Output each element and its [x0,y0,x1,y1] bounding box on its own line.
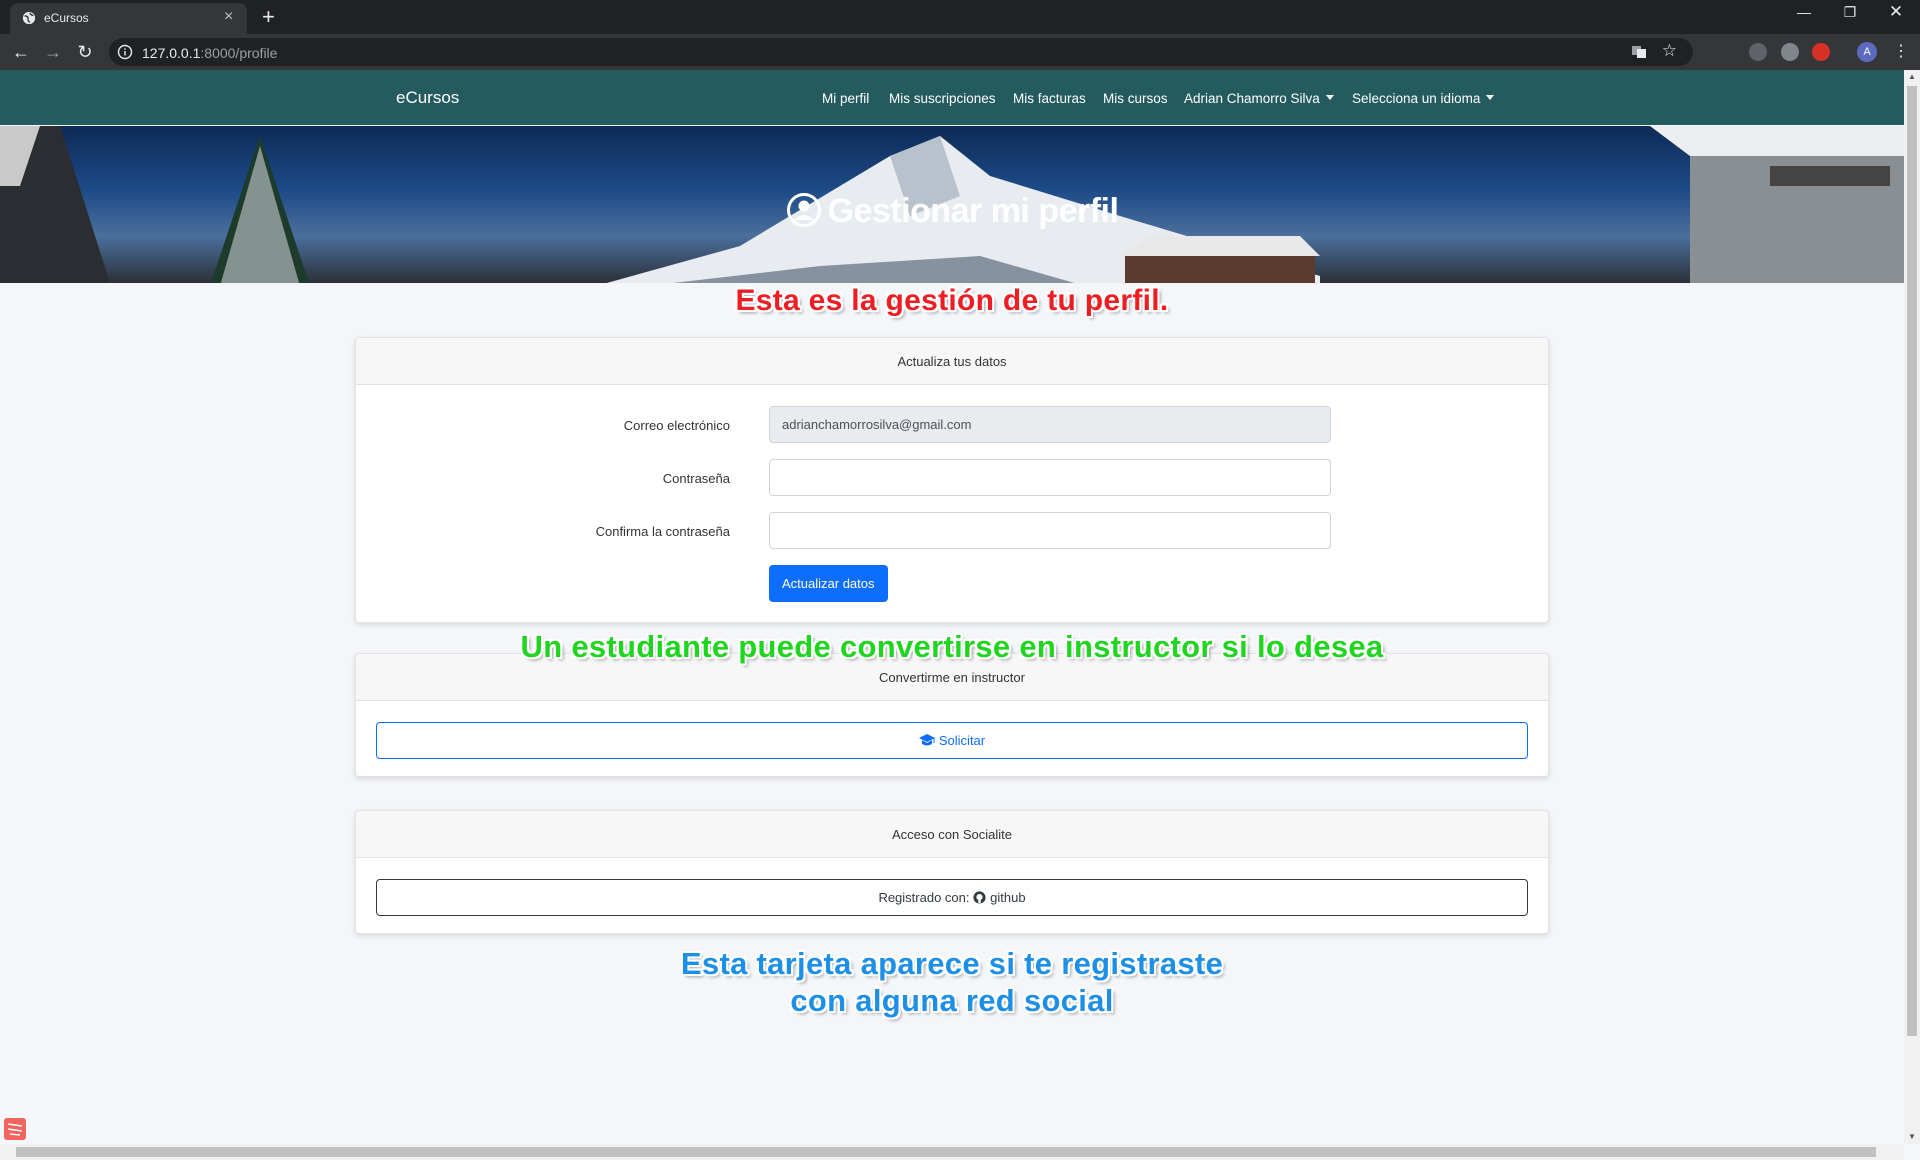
browser-toolbar: ← → ↻ 127.0.0.1:8000/profile ☆ A ⋮ [0,34,1920,70]
nav-user-dropdown[interactable]: Adrian Chamorro Silva [1184,91,1334,106]
confirm-password-label: Confirma la contraseña [595,524,730,539]
nav-language-dropdown[interactable]: Selecciona un idioma [1352,91,1495,106]
instructor-card: Convertirme en instructor Solicitar [355,653,1549,777]
browser-menu-icon[interactable]: ⋮ [1893,41,1909,61]
nav-link-mis-cursos[interactable]: Mis cursos [1103,91,1168,106]
globe-icon [22,11,36,25]
card-header: Acceso con Socialite [356,811,1548,858]
hero-house [1120,236,1320,283]
url-host: 127.0.0.1 [142,45,201,61]
minimize-icon[interactable]: — [1784,4,1824,20]
socialite-card: Acceso con Socialite Registrado con: git… [355,810,1549,934]
back-arrow-icon[interactable]: ← [9,40,33,64]
nav-link-mis-suscripciones[interactable]: Mis suscripciones [889,91,996,106]
address-bar[interactable]: 127.0.0.1:8000/profile ☆ [109,38,1693,66]
registered-with-button[interactable]: Registrado con: github [376,879,1528,916]
page-title: Gestionar mi perfil [0,192,1904,231]
password-label: Contraseña [662,471,730,486]
hero-banner: Gestionar mi perfil [0,126,1904,283]
browser-tab[interactable]: eCursos × [10,3,247,34]
annotation-profile-note: Esta es la gestión de tu perfil. [735,284,1169,317]
language-label: Selecciona un idioma [1352,91,1481,106]
top-navbar: eCursos Mi perfil Mis suscripciones Mis … [0,70,1904,125]
page-viewport: eCursos Mi perfil Mis suscripciones Mis … [0,70,1904,1144]
new-tab-icon[interactable]: + [262,4,275,30]
registered-prefix: Registrado con: [878,890,970,905]
reload-icon[interactable]: ↻ [73,40,97,64]
forward-arrow-icon[interactable]: → [41,40,65,64]
url-text: 127.0.0.1:8000/profile [142,45,277,61]
nav-link-mi-perfil[interactable]: Mi perfil [822,91,869,106]
brand-logo[interactable]: eCursos [396,88,459,108]
email-field[interactable] [769,406,1331,443]
request-instructor-button[interactable]: Solicitar [376,722,1528,759]
annotation-social-line1: Esta tarjeta aparece si te registraste [680,946,1224,981]
github-icon [973,891,986,904]
email-label: Correo electrónico [623,418,730,433]
update-data-card: Actualiza tus datos Correo electrónico C… [355,337,1549,623]
scroll-down-icon[interactable]: ▼ [1907,1132,1917,1141]
page-title-text: Gestionar mi perfil [827,192,1119,230]
password-field[interactable] [769,459,1331,496]
user-circle-icon [786,193,821,227]
profile-avatar[interactable]: A [1857,42,1877,62]
card-header: Actualiza tus datos [356,338,1548,385]
scroll-up-icon[interactable]: ▲ [1907,72,1917,81]
nav-link-mis-facturas[interactable]: Mis facturas [1013,91,1086,106]
provider-name: github [990,890,1026,905]
scrollbar-thumb[interactable] [16,1147,1876,1157]
request-instructor-label: Solicitar [938,733,986,748]
annotation-instructor-note: Un estudiante puede convertirse en instr… [520,629,1384,664]
extension-cast-icon[interactable] [1749,43,1767,61]
chevron-down-icon [1325,95,1334,100]
extension-gear-icon[interactable] [1781,43,1799,61]
bookmark-star-icon[interactable]: ☆ [1662,41,1677,61]
scrollbar-thumb[interactable] [1907,86,1917,1036]
browser-tabstrip: eCursos × + — ❐ ✕ [0,0,1920,34]
confirm-password-field[interactable] [769,512,1331,549]
info-icon[interactable] [117,44,133,60]
update-data-button[interactable]: Actualizar datos [769,565,888,602]
chevron-down-icon [1486,95,1495,100]
url-path: :8000/profile [200,45,278,61]
translate-icon[interactable] [1631,44,1647,60]
horizontal-scrollbar[interactable] [0,1144,1904,1160]
annotation-social-line2: con alguna red social [790,983,1114,1018]
vertical-scrollbar[interactable]: ▲ ▼ [1904,70,1920,1144]
user-name: Adrian Chamorro Silva [1184,91,1320,106]
tab-close-icon[interactable]: × [224,8,233,26]
window-close-icon[interactable]: ✕ [1876,2,1916,22]
annotation-social-note: Esta tarjeta aparece si te registraste c… [0,945,1904,1019]
extension-hand-icon[interactable] [1812,43,1830,61]
graduation-cap-icon [918,734,935,746]
debugbar-logo-icon[interactable] [4,1118,26,1140]
tab-title: eCursos [44,11,89,25]
restore-icon[interactable]: ❐ [1830,4,1870,21]
